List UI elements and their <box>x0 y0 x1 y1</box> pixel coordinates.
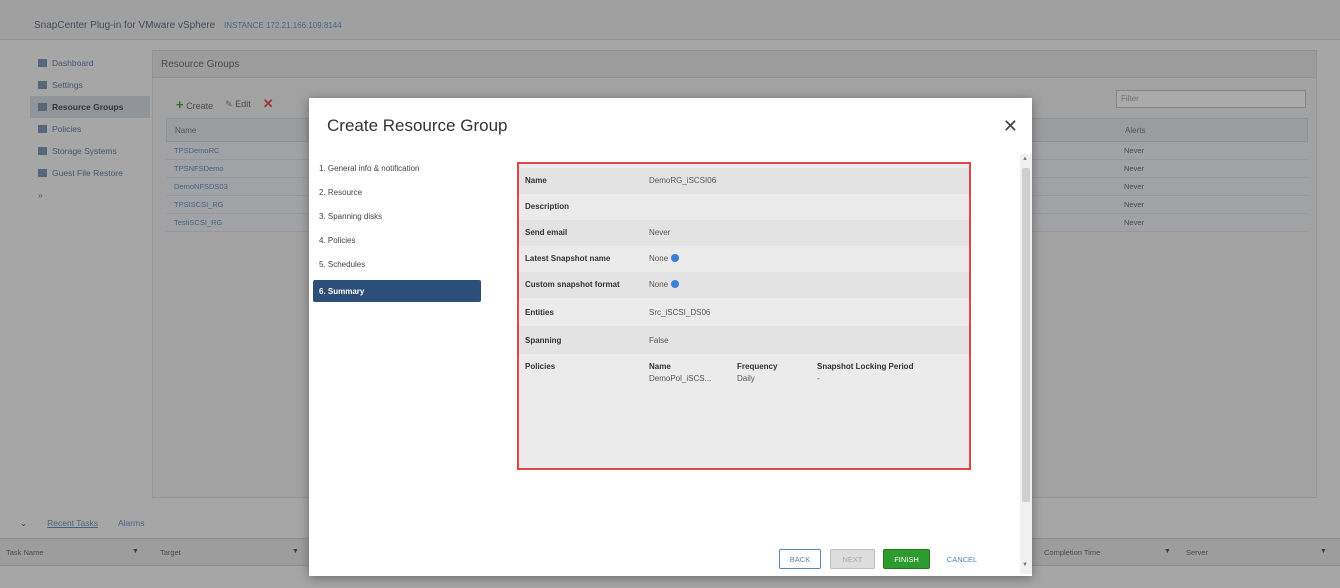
scroll-thumb[interactable] <box>1022 168 1030 502</box>
policy-frequency-col: Frequency Daily <box>737 362 777 383</box>
policy-header: Name <box>649 362 671 371</box>
summary-key: Spanning <box>525 336 562 345</box>
info-icon[interactable] <box>671 254 680 262</box>
policy-header: Snapshot Locking Period <box>817 362 914 371</box>
summary-value: Src_iSCSI_DS06 <box>649 308 711 317</box>
summary-value: False <box>649 336 669 345</box>
back-button[interactable]: BACK <box>779 549 821 569</box>
summary-key: Name <box>525 176 547 185</box>
policy-cell: DemoPol_iSCS... <box>649 374 712 383</box>
summary-key: Custom snapshot format <box>525 280 620 289</box>
summary-row-spanning: Spanning False <box>519 326 969 354</box>
policy-header: Frequency <box>737 362 778 371</box>
summary-key: Send email <box>525 228 568 237</box>
close-icon[interactable]: ✕ <box>1003 116 1018 137</box>
step-resource[interactable]: 2. Resource <box>313 180 485 204</box>
policy-locking-col: Snapshot Locking Period - <box>817 362 913 383</box>
dialog-title: Create Resource Group <box>327 116 508 135</box>
summary-value: Never <box>649 228 671 237</box>
summary-value: None <box>649 280 680 289</box>
summary-key: Entities <box>525 308 554 317</box>
step-general-info[interactable]: 1. General info & notification <box>313 156 485 180</box>
create-resource-group-dialog: Create Resource Group ✕ 1. General info … <box>309 98 1032 576</box>
summary-key: Policies <box>525 362 556 371</box>
info-icon[interactable] <box>671 280 680 288</box>
summary-row-description: Description <box>519 194 969 220</box>
step-spanning-disks[interactable]: 3. Spanning disks <box>313 204 485 228</box>
scroll-up-icon[interactable]: ▲ <box>1022 156 1028 162</box>
summary-row-latest-snapshot: Latest Snapshot name None <box>519 246 969 272</box>
scroll-down-icon[interactable]: ▼ <box>1022 562 1028 568</box>
summary-value-text: None <box>649 280 669 289</box>
summary-value: None <box>649 254 680 263</box>
summary-panel: Name DemoRG_iSCSI06 Description Send ema… <box>517 162 971 470</box>
finish-button[interactable]: FINISH <box>883 549 930 569</box>
summary-row-name: Name DemoRG_iSCSI06 <box>519 168 969 194</box>
step-summary[interactable]: 6. Summary <box>313 280 481 302</box>
summary-row-send-email: Send email Never <box>519 220 969 246</box>
next-button[interactable]: NEXT <box>830 549 875 569</box>
dialog-scrollbar[interactable]: ▲ ▼ <box>1020 154 1032 574</box>
policy-cell: Daily <box>737 374 755 383</box>
step-policies[interactable]: 4. Policies <box>313 228 485 252</box>
wizard-steps: 1. General info & notification 2. Resour… <box>313 156 485 302</box>
summary-value-text: None <box>649 254 669 263</box>
policy-cell: - <box>817 374 820 383</box>
summary-row-entities: Entities Src_iSCSI_DS06 <box>519 298 969 326</box>
cancel-button[interactable]: CANCEL <box>937 549 987 569</box>
summary-row-policies: Policies Name DemoPol_iSCS... Frequency … <box>519 354 969 464</box>
summary-key: Latest Snapshot name <box>525 254 611 263</box>
summary-key: Description <box>525 202 570 211</box>
summary-row-custom-snapshot: Custom snapshot format None <box>519 272 969 298</box>
step-schedules[interactable]: 5. Schedules <box>313 252 485 276</box>
summary-value: DemoRG_iSCSI06 <box>649 176 717 185</box>
policy-name-col: Name DemoPol_iSCS... <box>649 362 711 383</box>
